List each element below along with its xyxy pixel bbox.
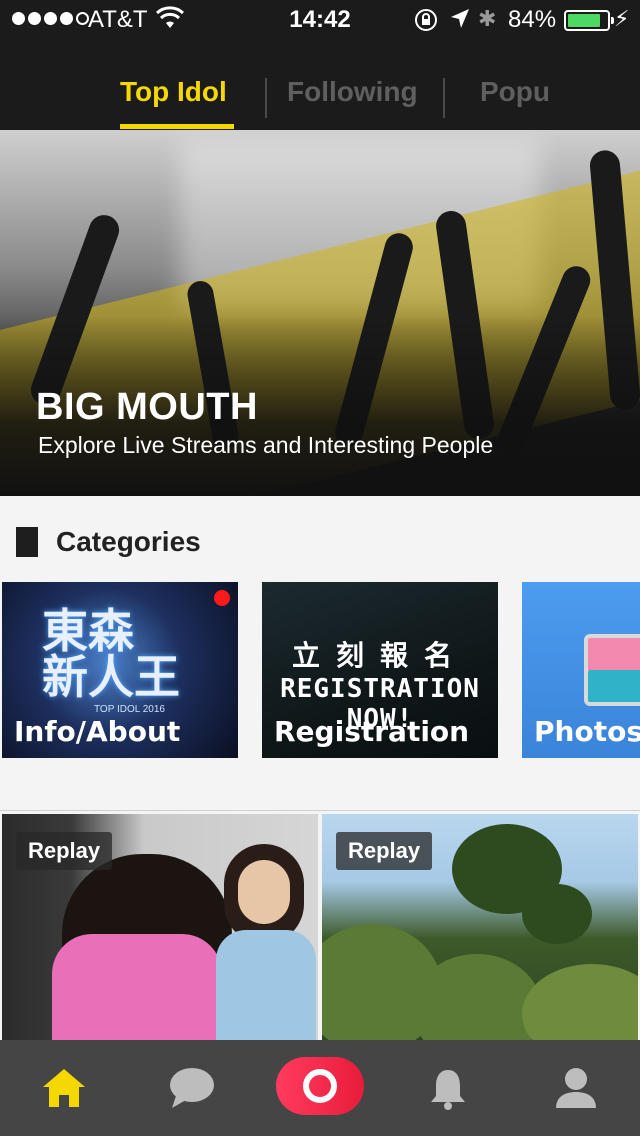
profile-icon	[556, 1068, 596, 1108]
video-thumbnail-shrub	[522, 964, 638, 1040]
chat-icon	[170, 1068, 214, 1108]
rotation-lock-icon	[414, 8, 438, 37]
bottom-navigation	[0, 1040, 640, 1136]
hero-banner[interactable]: BIG MOUTH Explore Live Streams and Inter…	[0, 130, 640, 496]
replay-tile[interactable]: Replay	[2, 814, 318, 1040]
hero-title: BIG MOUTH	[36, 386, 258, 428]
replay-badge: Replay	[16, 832, 113, 870]
video-thumbnail-detail	[52, 934, 222, 1040]
category-card-registration[interactable]: 立刻報名 REGISTRATION NOW! Registration	[262, 582, 498, 758]
replay-badge: Replay	[336, 832, 433, 870]
live-indicator-dot	[214, 590, 230, 606]
hero-subtitle: Explore Live Streams and Interesting Peo…	[38, 432, 494, 458]
battery-percentage: 84%	[508, 6, 557, 33]
registration-headline-cn: 立刻報名	[291, 640, 468, 671]
tab-popular[interactable]: Popu	[480, 76, 550, 108]
battery-icon	[564, 10, 614, 31]
top-idol-logo: 東森 新人王	[42, 605, 180, 703]
video-thumbnail-detail	[216, 930, 316, 1040]
tab-top-idol[interactable]: Top Idol	[120, 76, 227, 108]
charging-icon: ⚡	[614, 6, 630, 31]
video-thumbnail-tree	[522, 884, 592, 944]
home-icon	[43, 1069, 85, 1107]
logo-caption: TOP IDOL 2016	[94, 704, 165, 715]
tab-following[interactable]: Following	[287, 76, 418, 108]
nav-home[interactable]	[0, 1040, 128, 1136]
section-marker	[16, 527, 38, 557]
category-label: Info/About	[14, 715, 181, 748]
tab-divider	[265, 78, 267, 118]
active-tab-indicator	[120, 124, 234, 129]
bluetooth-icon: ✱	[478, 6, 497, 31]
category-card-photos[interactable]: Photos	[522, 582, 640, 758]
video-thumbnail-detail	[238, 860, 290, 924]
top-tab-bar: Top Idol Following Popu	[0, 40, 640, 130]
bell-icon	[431, 1070, 465, 1110]
categories-title: Categories	[56, 526, 201, 557]
live-icon	[303, 1069, 337, 1103]
tab-divider	[443, 78, 445, 118]
category-label: Photos	[534, 715, 640, 748]
category-label: Registration	[274, 715, 470, 748]
nav-notifications[interactable]	[384, 1040, 512, 1136]
nav-profile[interactable]	[512, 1040, 640, 1136]
section-divider	[0, 810, 640, 811]
replay-tile[interactable]: Replay	[322, 814, 638, 1040]
location-icon	[450, 8, 470, 35]
category-card-info-about[interactable]: 東森 新人王 TOP IDOL 2016 Info/About	[2, 582, 238, 758]
photos-icon	[584, 634, 640, 706]
main-content: Categories 東森 新人王 TOP IDOL 2016 Info/Abou…	[0, 496, 640, 1040]
status-bar: AT&T 14:42 ✱ 84% ⚡	[0, 0, 640, 40]
categories-header: Categories	[16, 526, 201, 558]
nav-go-live[interactable]	[276, 1057, 364, 1115]
nav-chat[interactable]	[128, 1040, 256, 1136]
